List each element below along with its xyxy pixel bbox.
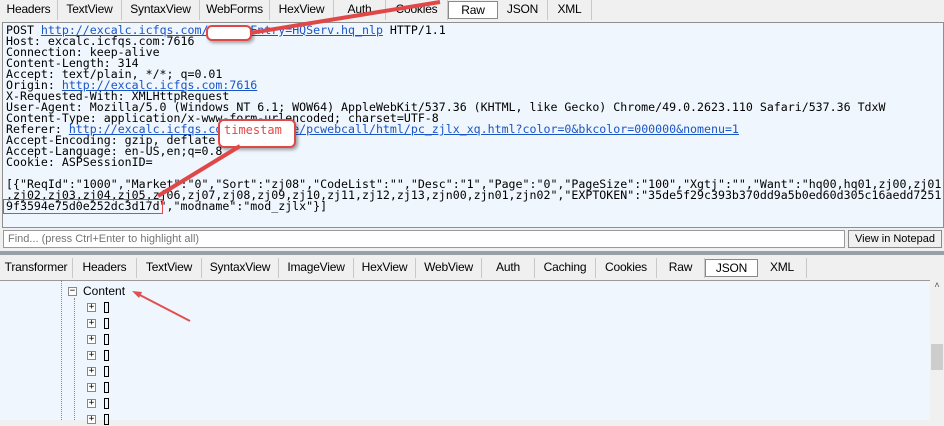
tab-auth[interactable]: Auth bbox=[334, 0, 386, 20]
tab-xml[interactable]: XML bbox=[758, 258, 807, 278]
tab-raw[interactable]: Raw bbox=[657, 258, 705, 278]
array-bracket-icon bbox=[104, 350, 109, 362]
redaction-callout bbox=[206, 25, 252, 41]
tab-caching[interactable]: Caching bbox=[535, 258, 596, 278]
scroll-up-icon[interactable]: ˄ bbox=[930, 280, 944, 290]
tree-node-array-item[interactable]: + bbox=[87, 380, 109, 394]
array-bracket-icon bbox=[104, 366, 109, 378]
tab-webforms[interactable]: WebForms bbox=[200, 0, 270, 20]
tree-node-array-item[interactable]: + bbox=[87, 364, 109, 378]
tab-headers[interactable]: Headers bbox=[73, 258, 137, 278]
tab-auth[interactable]: Auth bbox=[482, 258, 535, 278]
tree-guide bbox=[61, 280, 62, 420]
request-tabs: Transformer Headers TextView SyntaxView Imag… bbox=[0, 258, 944, 278]
tab-cookies[interactable]: Cookies bbox=[386, 0, 448, 20]
tab-syntaxview[interactable]: SyntaxView bbox=[122, 0, 200, 20]
tree-node-array-item[interactable]: + bbox=[87, 332, 109, 346]
tree-guide bbox=[74, 298, 75, 420]
timestamp-highlight-box bbox=[3, 199, 163, 214]
tree-node-array-item[interactable]: + bbox=[87, 300, 109, 314]
expand-icon[interactable]: + bbox=[87, 335, 96, 345]
tree-node-array-item[interactable]: + bbox=[87, 412, 109, 426]
header-cookie: Cookie: ASPSessionID= bbox=[6, 155, 153, 169]
tab-hexview[interactable]: HexView bbox=[270, 0, 334, 20]
response-tabs: Headers TextView SyntaxView WebForms HexView… bbox=[0, 0, 944, 20]
expand-icon[interactable]: + bbox=[87, 303, 96, 313]
tab-transformer[interactable]: Transformer bbox=[0, 258, 73, 278]
tab-imageview[interactable]: ImageView bbox=[279, 258, 354, 278]
tab-xml[interactable]: XML bbox=[548, 0, 592, 20]
array-bracket-icon bbox=[104, 382, 109, 394]
expand-icon[interactable]: + bbox=[87, 383, 96, 393]
expand-icon[interactable]: + bbox=[87, 351, 96, 361]
http-version: HTTP/1.1 bbox=[382, 23, 446, 37]
array-bracket-icon bbox=[104, 398, 109, 410]
expand-icon[interactable]: + bbox=[87, 319, 96, 329]
splitter[interactable] bbox=[0, 251, 944, 255]
find-input[interactable] bbox=[3, 230, 845, 248]
tree-node-array-item[interactable]: + bbox=[87, 348, 109, 362]
json-tree[interactable] bbox=[0, 280, 930, 420]
tab-textview[interactable]: TextView bbox=[58, 0, 122, 20]
tab-syntaxview[interactable]: SyntaxView bbox=[202, 258, 279, 278]
array-bracket-icon bbox=[104, 318, 109, 330]
raw-request-view[interactable]: POST http://excalc.icfqs.com/TQLEX?Entry… bbox=[2, 22, 944, 228]
tab-cookies[interactable]: Cookies bbox=[596, 258, 657, 278]
expand-icon[interactable]: + bbox=[87, 399, 96, 409]
array-bracket-icon bbox=[104, 302, 109, 314]
tree-node-array-item[interactable]: + bbox=[87, 396, 109, 410]
expand-icon[interactable]: + bbox=[87, 367, 96, 377]
array-bracket-icon bbox=[104, 334, 109, 346]
collapse-icon[interactable]: − bbox=[68, 287, 77, 297]
tab-json[interactable]: JSON bbox=[705, 259, 758, 277]
tab-raw[interactable]: Raw bbox=[448, 1, 498, 19]
tab-textview[interactable]: TextView bbox=[137, 258, 202, 278]
tree-node-array-item[interactable]: + bbox=[87, 316, 109, 330]
tree-node-label: Content bbox=[83, 284, 126, 298]
timestamp-callout: timestam bbox=[218, 119, 296, 148]
tab-json[interactable]: JSON bbox=[498, 0, 548, 20]
tree-node-content[interactable]: − Content bbox=[68, 284, 125, 298]
scrollbar-thumb[interactable] bbox=[931, 344, 943, 370]
tab-hexview[interactable]: HexView bbox=[354, 258, 416, 278]
tab-webview[interactable]: WebView bbox=[416, 258, 482, 278]
tab-headers[interactable]: Headers bbox=[0, 0, 58, 20]
view-in-notepad-button[interactable]: View in Notepad bbox=[848, 230, 942, 248]
